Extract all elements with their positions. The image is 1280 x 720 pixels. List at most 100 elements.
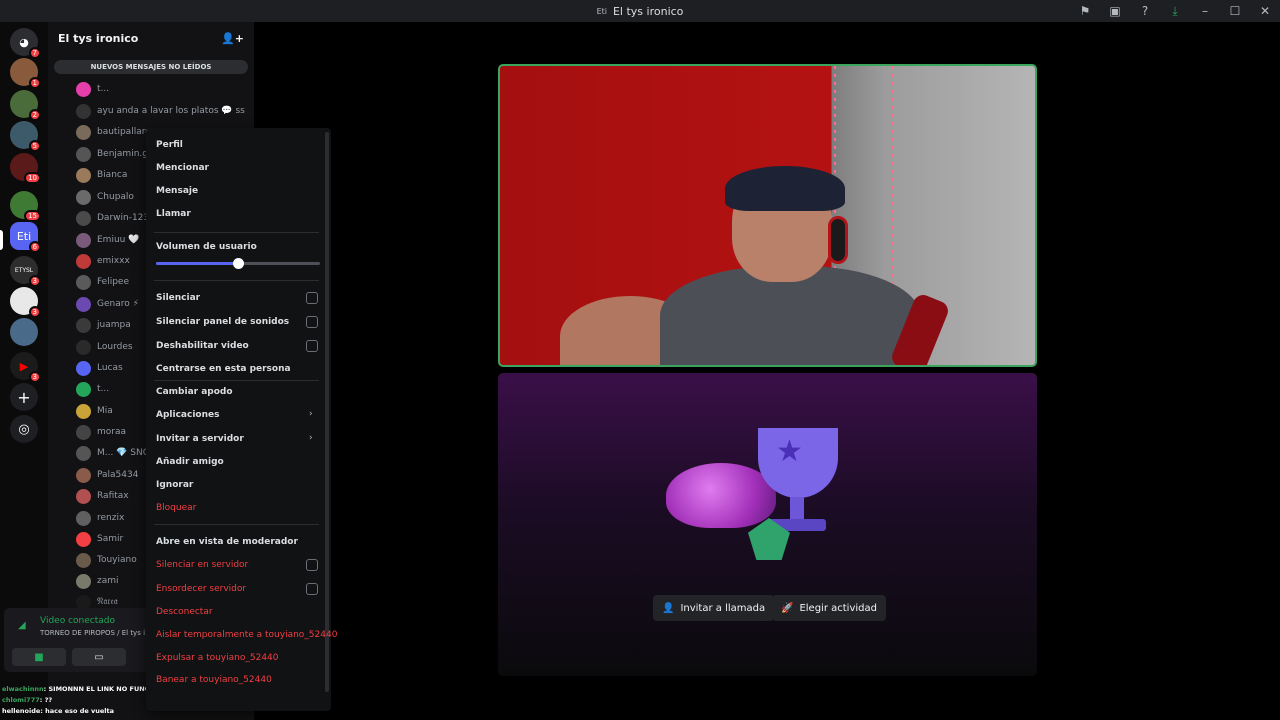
badge: 15 — [24, 210, 41, 222]
member-name: Bianca — [97, 170, 128, 180]
member-item[interactable]: juampa — [76, 316, 131, 334]
member-item[interactable]: Lourdes — [76, 338, 133, 356]
member-name: zami — [97, 576, 119, 586]
server-icon[interactable]: 1 — [10, 58, 41, 89]
member-item[interactable]: ayu anda a lavar los platos 💬 ss — [76, 102, 245, 120]
menu-item-disconnect[interactable]: Desconectar — [156, 607, 213, 617]
member-item[interactable]: Lucas — [76, 359, 123, 377]
member-name: bautipallaro — [97, 127, 151, 137]
download-icon[interactable]: ⤓ — [1160, 4, 1190, 19]
disable-video-checkbox[interactable] — [306, 340, 318, 352]
discover-icon[interactable]: ◎ — [10, 415, 38, 443]
guild-header[interactable]: El tys ironico 👤+ — [48, 22, 254, 54]
member-item[interactable]: Benjamin.go — [76, 145, 153, 163]
add-person-icon: 👤 — [662, 602, 675, 614]
member-item[interactable]: t... — [76, 80, 109, 98]
menu-scrollbar[interactable] — [325, 132, 329, 692]
invite-to-call-button[interactable]: 👤 Invitar a llamada — [653, 595, 775, 621]
menu-item-block[interactable]: Bloquear — [156, 503, 196, 513]
menu-item-server-deafen[interactable]: Ensordecer servidor — [156, 584, 246, 594]
menu-item-kick[interactable]: Expulsar a touyiano_52440 — [156, 653, 279, 663]
member-name: Darwin-123 — [97, 213, 150, 223]
flag-icon[interactable]: ⚑ — [1070, 4, 1100, 18]
server-icon[interactable]: 5 — [10, 121, 41, 152]
invite-people-icon[interactable]: 👤+ — [221, 32, 244, 45]
unread-banner[interactable]: NUEVOS MENSAJES NO LEÍDOS — [54, 60, 248, 74]
youtube-server-icon[interactable]: ▶ 3 — [10, 352, 41, 383]
member-item[interactable]: emixxx — [76, 252, 130, 270]
member-item[interactable]: moraa — [76, 423, 126, 441]
menu-item-disable-video[interactable]: Deshabilitar video — [156, 341, 249, 351]
server-icon-eti[interactable]: Eti 6 — [10, 222, 41, 253]
member-item[interactable]: zami — [76, 572, 119, 590]
member-item[interactable]: Mia — [76, 402, 113, 420]
server-icon[interactable] — [10, 318, 38, 346]
voice-status: Video conectado — [40, 616, 115, 626]
mute-soundboard-checkbox[interactable] — [306, 316, 318, 328]
menu-item-invite-server[interactable]: Invitar a servidor — [156, 434, 244, 444]
volume-knob[interactable] — [233, 258, 244, 269]
menu-item-message[interactable]: Mensaje — [156, 186, 198, 196]
minimize-icon[interactable]: – — [1190, 4, 1220, 18]
member-item[interactable]: Darwin-123 — [76, 209, 149, 227]
menu-item-focus[interactable]: Centrarse en esta persona — [156, 364, 291, 374]
maximize-icon[interactable]: ☐ — [1220, 4, 1250, 18]
member-item[interactable]: Genaro ⚡ — [76, 295, 139, 313]
mute-checkbox[interactable] — [306, 292, 318, 304]
screen-share-icon[interactable]: ▣ — [1100, 4, 1130, 18]
server-deafen-checkbox[interactable] — [306, 583, 318, 595]
menu-item-mute-soundboard[interactable]: Silenciar panel de sonidos — [156, 317, 289, 327]
menu-item-mute[interactable]: Silenciar — [156, 293, 200, 303]
badge: 3 — [28, 275, 41, 287]
member-item[interactable]: Emiuu 🤍 — [76, 231, 139, 249]
menu-item-change-nickname[interactable]: Cambiar apodo — [156, 387, 233, 397]
user-volume-slider[interactable] — [156, 258, 320, 269]
menu-item-add-friend[interactable]: Añadir amigo — [156, 457, 224, 467]
avatar — [76, 81, 91, 97]
menu-item-mod-view[interactable]: Abre en vista de moderador — [156, 537, 298, 547]
member-item[interactable]: Samir — [76, 530, 123, 548]
member-item[interactable]: bautipallaro — [76, 123, 151, 141]
member-item[interactable]: Felipee — [76, 273, 129, 291]
discord-home-icon[interactable]: ◕ 7 — [10, 28, 41, 59]
avatar — [76, 445, 91, 461]
server-icon[interactable]: 10 — [10, 153, 41, 184]
add-server-icon[interactable]: + — [10, 383, 38, 411]
member-item[interactable]: Rafitax — [76, 487, 129, 505]
server-icon[interactable]: 3 — [10, 287, 41, 318]
menu-item-call[interactable]: Llamar — [156, 209, 191, 219]
avatar — [76, 167, 91, 183]
menu-item-profile[interactable]: Perfil — [156, 140, 183, 150]
member-item[interactable]: renzix — [76, 509, 124, 527]
member-name: juampa — [97, 320, 131, 330]
video-tile[interactable] — [498, 64, 1037, 367]
menu-item-server-mute[interactable]: Silenciar en servidor — [156, 560, 248, 570]
member-item[interactable]: M... 💎 SNO — [76, 444, 150, 462]
member-name: Rafitax — [97, 491, 129, 501]
member-item[interactable]: t... — [76, 380, 109, 398]
menu-item-ignore[interactable]: Ignorar — [156, 480, 193, 490]
choose-activity-button[interactable]: 🚀 Elegir actividad — [772, 595, 886, 621]
close-icon[interactable]: ✕ — [1250, 4, 1280, 18]
menu-item-timeout[interactable]: Aislar temporalmente a touyiano_52440 — [156, 630, 337, 640]
help-icon[interactable]: ? — [1130, 4, 1160, 18]
server-icon[interactable]: 15 — [10, 191, 41, 222]
menu-item-ban[interactable]: Banear a touyiano_52440 — [156, 675, 272, 685]
chat-text: : hace eso de vuelta — [40, 707, 115, 715]
member-name: moraa — [97, 427, 127, 437]
server-icon[interactable]: 2 — [10, 90, 41, 121]
screen-share-button[interactable]: ▭ — [72, 648, 126, 666]
menu-item-mention[interactable]: Mencionar — [156, 163, 209, 173]
badge: 2 — [28, 109, 41, 121]
member-name: Genaro ⚡ — [97, 299, 139, 309]
member-item[interactable]: Chupalo — [76, 188, 134, 206]
camera-button[interactable]: ■ — [12, 648, 66, 666]
member-item[interactable]: Touyiano — [76, 551, 137, 569]
server-icon-etysl[interactable]: ETYSL 3 — [10, 256, 41, 287]
voice-channel[interactable]: TORNEO DE PIROPOS / El tys i — [40, 629, 145, 637]
selected-indicator — [0, 230, 3, 250]
member-item[interactable]: Pala5434 — [76, 466, 138, 484]
member-item[interactable]: Bianca — [76, 166, 127, 184]
server-mute-checkbox[interactable] — [306, 559, 318, 571]
menu-item-apps[interactable]: Aplicaciones — [156, 410, 219, 420]
